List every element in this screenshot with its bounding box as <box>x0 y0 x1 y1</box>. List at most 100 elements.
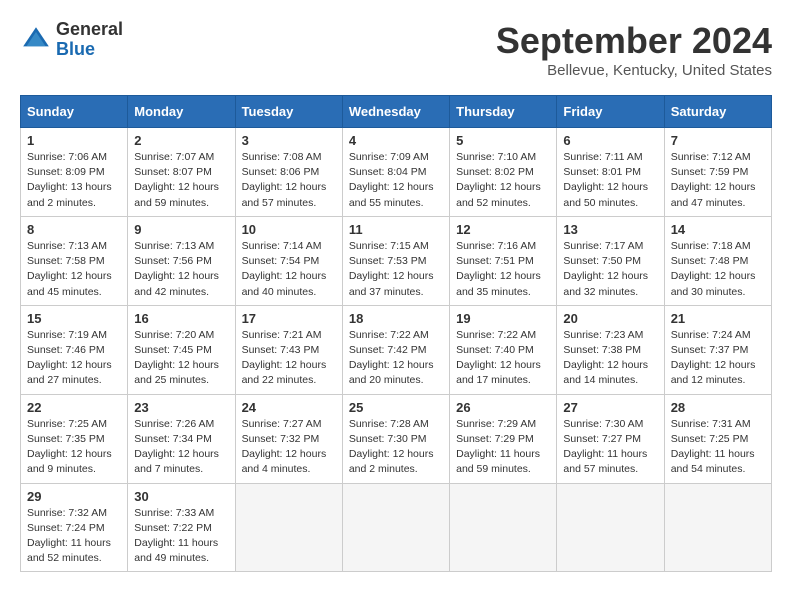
day-cell: 28 Sunrise: 7:31 AMSunset: 7:25 PMDayligh… <box>664 394 771 483</box>
calendar-subtitle: Bellevue, Kentucky, United States <box>496 62 772 79</box>
day-cell: 8Sunrise: 7:13 AMSunset: 7:58 PMDaylight… <box>21 216 128 305</box>
day-cell: 12 Sunrise: 7:16 AMSunset: 7:51 PMDayligh… <box>450 216 557 305</box>
day-cell: 15 Sunrise: 7:19 AMSunset: 7:46 PMDayligh… <box>21 305 128 394</box>
day-cell <box>235 483 342 572</box>
day-number: 22 <box>27 400 121 415</box>
day-cell: 4 Sunrise: 7:09 AMSunset: 8:04 PMDaylight… <box>342 128 449 217</box>
day-cell: 21Sunrise: 7:24 AMSunset: 7:37 PMDayligh… <box>664 305 771 394</box>
day-cell: 2 Sunrise: 7:07 AMSunset: 8:07 PMDaylight… <box>128 128 235 217</box>
day-detail: Sunrise: 7:27 AMSunset: 7:32 PMDaylight:… <box>242 417 336 478</box>
day-number: 21 <box>671 311 765 326</box>
day-number: 5 <box>456 133 550 148</box>
logo-blue: Blue <box>56 39 95 59</box>
day-number: 23 <box>134 400 228 415</box>
day-cell <box>450 483 557 572</box>
header-row: SundayMondayTuesdayWednesdayThursdayFrid… <box>21 96 772 128</box>
day-number: 27 <box>563 400 657 415</box>
col-header-friday: Friday <box>557 96 664 128</box>
day-number: 17 <box>242 311 336 326</box>
day-number: 3 <box>242 133 336 148</box>
day-cell: 25 Sunrise: 7:28 AMSunset: 7:30 PMDayligh… <box>342 394 449 483</box>
calendar-title: September 2024 <box>496 20 772 62</box>
day-detail: Sunrise: 7:10 AMSunset: 8:02 PMDaylight:… <box>456 150 550 211</box>
col-header-saturday: Saturday <box>664 96 771 128</box>
day-number: 11 <box>349 222 443 237</box>
col-header-tuesday: Tuesday <box>235 96 342 128</box>
logo: General Blue <box>20 20 123 60</box>
day-detail: Sunrise: 7:16 AMSunset: 7:51 PMDaylight:… <box>456 239 550 300</box>
calendar-table: SundayMondayTuesdayWednesdayThursdayFrid… <box>20 95 772 572</box>
day-number: 4 <box>349 133 443 148</box>
day-detail: Sunrise: 7:33 AMSunset: 7:22 PMDaylight:… <box>134 506 228 567</box>
day-detail: Sunrise: 7:26 AMSunset: 7:34 PMDaylight:… <box>134 417 228 478</box>
day-detail: Sunrise: 7:12 AMSunset: 7:59 PMDaylight:… <box>671 150 765 211</box>
day-cell: 29 Sunrise: 7:32 AMSunset: 7:24 PMDayligh… <box>21 483 128 572</box>
day-number: 30 <box>134 489 228 504</box>
day-detail: Sunrise: 7:13 AMSunset: 7:58 PMDaylight:… <box>27 239 121 300</box>
week-row-3: 15 Sunrise: 7:19 AMSunset: 7:46 PMDayligh… <box>21 305 772 394</box>
day-detail: Sunrise: 7:08 AMSunset: 8:06 PMDaylight:… <box>242 150 336 211</box>
day-cell: 5 Sunrise: 7:10 AMSunset: 8:02 PMDaylight… <box>450 128 557 217</box>
day-number: 26 <box>456 400 550 415</box>
day-cell: 7 Sunrise: 7:12 AMSunset: 7:59 PMDaylight… <box>664 128 771 217</box>
day-cell: 10Sunrise: 7:14 AMSunset: 7:54 PMDayligh… <box>235 216 342 305</box>
day-cell: 24 Sunrise: 7:27 AMSunset: 7:32 PMDayligh… <box>235 394 342 483</box>
day-number: 12 <box>456 222 550 237</box>
day-detail: Sunrise: 7:06 AMSunset: 8:09 PMDaylight:… <box>27 150 121 211</box>
day-number: 10 <box>242 222 336 237</box>
week-row-5: 29 Sunrise: 7:32 AMSunset: 7:24 PMDayligh… <box>21 483 772 572</box>
day-detail: Sunrise: 7:30 AMSunset: 7:27 PMDaylight:… <box>563 417 657 478</box>
day-cell: 27 Sunrise: 7:30 AMSunset: 7:27 PMDayligh… <box>557 394 664 483</box>
day-cell: 20Sunrise: 7:23 AMSunset: 7:38 PMDayligh… <box>557 305 664 394</box>
day-cell: 19Sunrise: 7:22 AMSunset: 7:40 PMDayligh… <box>450 305 557 394</box>
day-cell: 13 Sunrise: 7:17 AMSunset: 7:50 PMDayligh… <box>557 216 664 305</box>
day-detail: Sunrise: 7:28 AMSunset: 7:30 PMDaylight:… <box>349 417 443 478</box>
day-number: 2 <box>134 133 228 148</box>
day-cell: 18 Sunrise: 7:22 AMSunset: 7:42 PMDayligh… <box>342 305 449 394</box>
day-detail: Sunrise: 7:32 AMSunset: 7:24 PMDaylight:… <box>27 506 121 567</box>
day-number: 25 <box>349 400 443 415</box>
day-number: 9 <box>134 222 228 237</box>
day-number: 6 <box>563 133 657 148</box>
day-cell <box>342 483 449 572</box>
day-number: 7 <box>671 133 765 148</box>
day-cell: 23 Sunrise: 7:26 AMSunset: 7:34 PMDayligh… <box>128 394 235 483</box>
day-cell: 22 Sunrise: 7:25 AMSunset: 7:35 PMDayligh… <box>21 394 128 483</box>
day-detail: Sunrise: 7:17 AMSunset: 7:50 PMDaylight:… <box>563 239 657 300</box>
col-header-wednesday: Wednesday <box>342 96 449 128</box>
day-number: 16 <box>134 311 228 326</box>
day-number: 14 <box>671 222 765 237</box>
day-cell: 3 Sunrise: 7:08 AMSunset: 8:06 PMDaylight… <box>235 128 342 217</box>
day-cell: 6Sunrise: 7:11 AMSunset: 8:01 PMDaylight… <box>557 128 664 217</box>
day-number: 29 <box>27 489 121 504</box>
col-header-sunday: Sunday <box>21 96 128 128</box>
day-number: 19 <box>456 311 550 326</box>
col-header-thursday: Thursday <box>450 96 557 128</box>
day-number: 1 <box>27 133 121 148</box>
title-area: September 2024 Bellevue, Kentucky, Unite… <box>496 20 772 79</box>
day-cell: 14Sunrise: 7:18 AMSunset: 7:48 PMDayligh… <box>664 216 771 305</box>
week-row-2: 8Sunrise: 7:13 AMSunset: 7:58 PMDaylight… <box>21 216 772 305</box>
day-number: 13 <box>563 222 657 237</box>
day-detail: Sunrise: 7:13 AMSunset: 7:56 PMDaylight:… <box>134 239 228 300</box>
day-cell <box>664 483 771 572</box>
day-cell: 17 Sunrise: 7:21 AMSunset: 7:43 PMDayligh… <box>235 305 342 394</box>
day-number: 18 <box>349 311 443 326</box>
logo-general: General <box>56 19 123 39</box>
day-detail: Sunrise: 7:07 AMSunset: 8:07 PMDaylight:… <box>134 150 228 211</box>
day-detail: Sunrise: 7:19 AMSunset: 7:46 PMDaylight:… <box>27 328 121 389</box>
day-cell: 30 Sunrise: 7:33 AMSunset: 7:22 PMDayligh… <box>128 483 235 572</box>
day-detail: Sunrise: 7:21 AMSunset: 7:43 PMDaylight:… <box>242 328 336 389</box>
day-number: 28 <box>671 400 765 415</box>
week-row-4: 22 Sunrise: 7:25 AMSunset: 7:35 PMDayligh… <box>21 394 772 483</box>
day-detail: Sunrise: 7:15 AMSunset: 7:53 PMDaylight:… <box>349 239 443 300</box>
day-detail: Sunrise: 7:22 AMSunset: 7:42 PMDaylight:… <box>349 328 443 389</box>
day-number: 24 <box>242 400 336 415</box>
day-number: 15 <box>27 311 121 326</box>
day-cell: 9 Sunrise: 7:13 AMSunset: 7:56 PMDaylight… <box>128 216 235 305</box>
day-detail: Sunrise: 7:29 AMSunset: 7:29 PMDaylight:… <box>456 417 550 478</box>
day-cell: 11 Sunrise: 7:15 AMSunset: 7:53 PMDayligh… <box>342 216 449 305</box>
day-detail: Sunrise: 7:09 AMSunset: 8:04 PMDaylight:… <box>349 150 443 211</box>
day-detail: Sunrise: 7:25 AMSunset: 7:35 PMDaylight:… <box>27 417 121 478</box>
day-detail: Sunrise: 7:31 AMSunset: 7:25 PMDaylight:… <box>671 417 765 478</box>
